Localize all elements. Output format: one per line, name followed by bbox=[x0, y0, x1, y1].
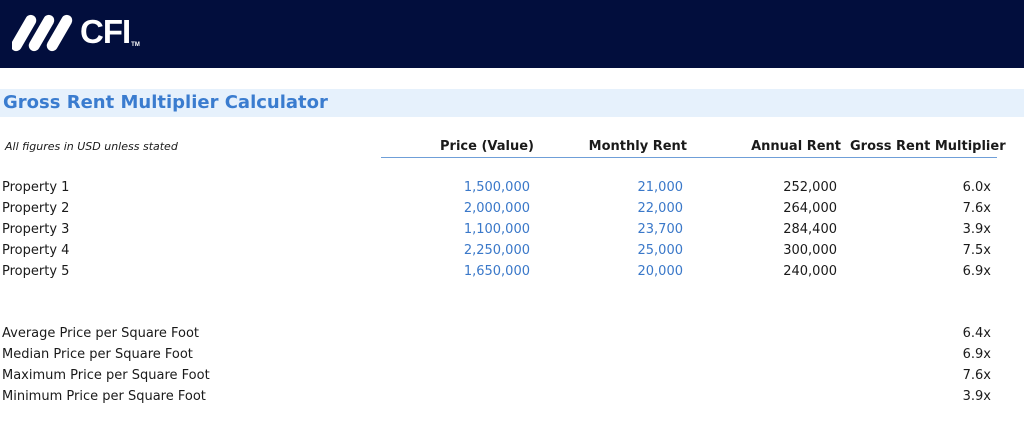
summary-value[interactable]: 3.9x bbox=[890, 387, 991, 407]
price-cell[interactable]: 2,000,000 bbox=[430, 199, 530, 219]
price-cell[interactable]: 1,100,000 bbox=[430, 220, 530, 240]
logo-text: CFI bbox=[80, 13, 131, 50]
currency-note: All figures in USD unless stated bbox=[5, 140, 178, 153]
summary-label[interactable]: Median Price per Square Foot bbox=[2, 345, 193, 365]
page-title: Gross Rent Multiplier Calculator bbox=[3, 92, 328, 113]
logo-trademark: TM bbox=[131, 42, 140, 48]
annual-rent-cell[interactable]: 252,000 bbox=[737, 178, 837, 198]
title-band: Gross Rent Multiplier Calculator bbox=[0, 89, 1024, 117]
grm-cell[interactable]: 6.0x bbox=[890, 178, 991, 198]
price-cell[interactable]: 2,250,000 bbox=[430, 241, 530, 261]
price-cell[interactable]: 1,650,000 bbox=[430, 262, 530, 282]
property-name[interactable]: Property 1 bbox=[2, 178, 69, 198]
grm-cell[interactable]: 7.5x bbox=[890, 241, 991, 261]
monthly-rent-cell[interactable]: 25,000 bbox=[583, 241, 684, 261]
summary-value[interactable]: 6.9x bbox=[890, 345, 991, 365]
summary-label[interactable]: Average Price per Square Foot bbox=[2, 324, 199, 344]
property-name[interactable]: Property 5 bbox=[2, 262, 69, 282]
cfi-logo-mark-icon bbox=[12, 14, 73, 52]
summary-value[interactable]: 6.4x bbox=[890, 324, 991, 344]
cfi-logo: CFI TM bbox=[12, 10, 140, 54]
column-header-price[interactable]: Price (Value) bbox=[430, 139, 534, 154]
property-name[interactable]: Property 4 bbox=[2, 241, 69, 261]
monthly-rent-cell[interactable]: 21,000 bbox=[583, 178, 684, 198]
annual-rent-cell[interactable]: 264,000 bbox=[737, 199, 837, 219]
annual-rent-cell[interactable]: 300,000 bbox=[737, 241, 837, 261]
property-name[interactable]: Property 2 bbox=[2, 199, 69, 219]
annual-rent-cell[interactable]: 284,400 bbox=[737, 220, 837, 240]
spreadsheet-page: CFI TM Gross Rent Multiplier Calculator … bbox=[0, 0, 1024, 426]
property-name[interactable]: Property 3 bbox=[2, 220, 69, 240]
monthly-rent-cell[interactable]: 23,700 bbox=[583, 220, 684, 240]
monthly-rent-cell[interactable]: 22,000 bbox=[583, 199, 684, 219]
grm-cell[interactable]: 6.9x bbox=[890, 262, 991, 282]
summary-value[interactable]: 7.6x bbox=[890, 366, 991, 386]
header-underline bbox=[381, 157, 997, 158]
monthly-rent-cell[interactable]: 20,000 bbox=[583, 262, 684, 282]
grm-cell[interactable]: 7.6x bbox=[890, 199, 991, 219]
header-bar: CFI TM bbox=[0, 0, 1024, 68]
grm-cell[interactable]: 3.9x bbox=[890, 220, 991, 240]
column-header-monthly-rent[interactable]: Monthly Rent bbox=[583, 139, 687, 154]
summary-label[interactable]: Minimum Price per Square Foot bbox=[2, 387, 206, 407]
column-header-annual-rent[interactable]: Annual Rent bbox=[737, 139, 841, 154]
column-header-grm[interactable]: Gross Rent Multiplier bbox=[850, 139, 1006, 154]
summary-label[interactable]: Maximum Price per Square Foot bbox=[2, 366, 210, 386]
annual-rent-cell[interactable]: 240,000 bbox=[737, 262, 837, 282]
price-cell[interactable]: 1,500,000 bbox=[430, 178, 530, 198]
